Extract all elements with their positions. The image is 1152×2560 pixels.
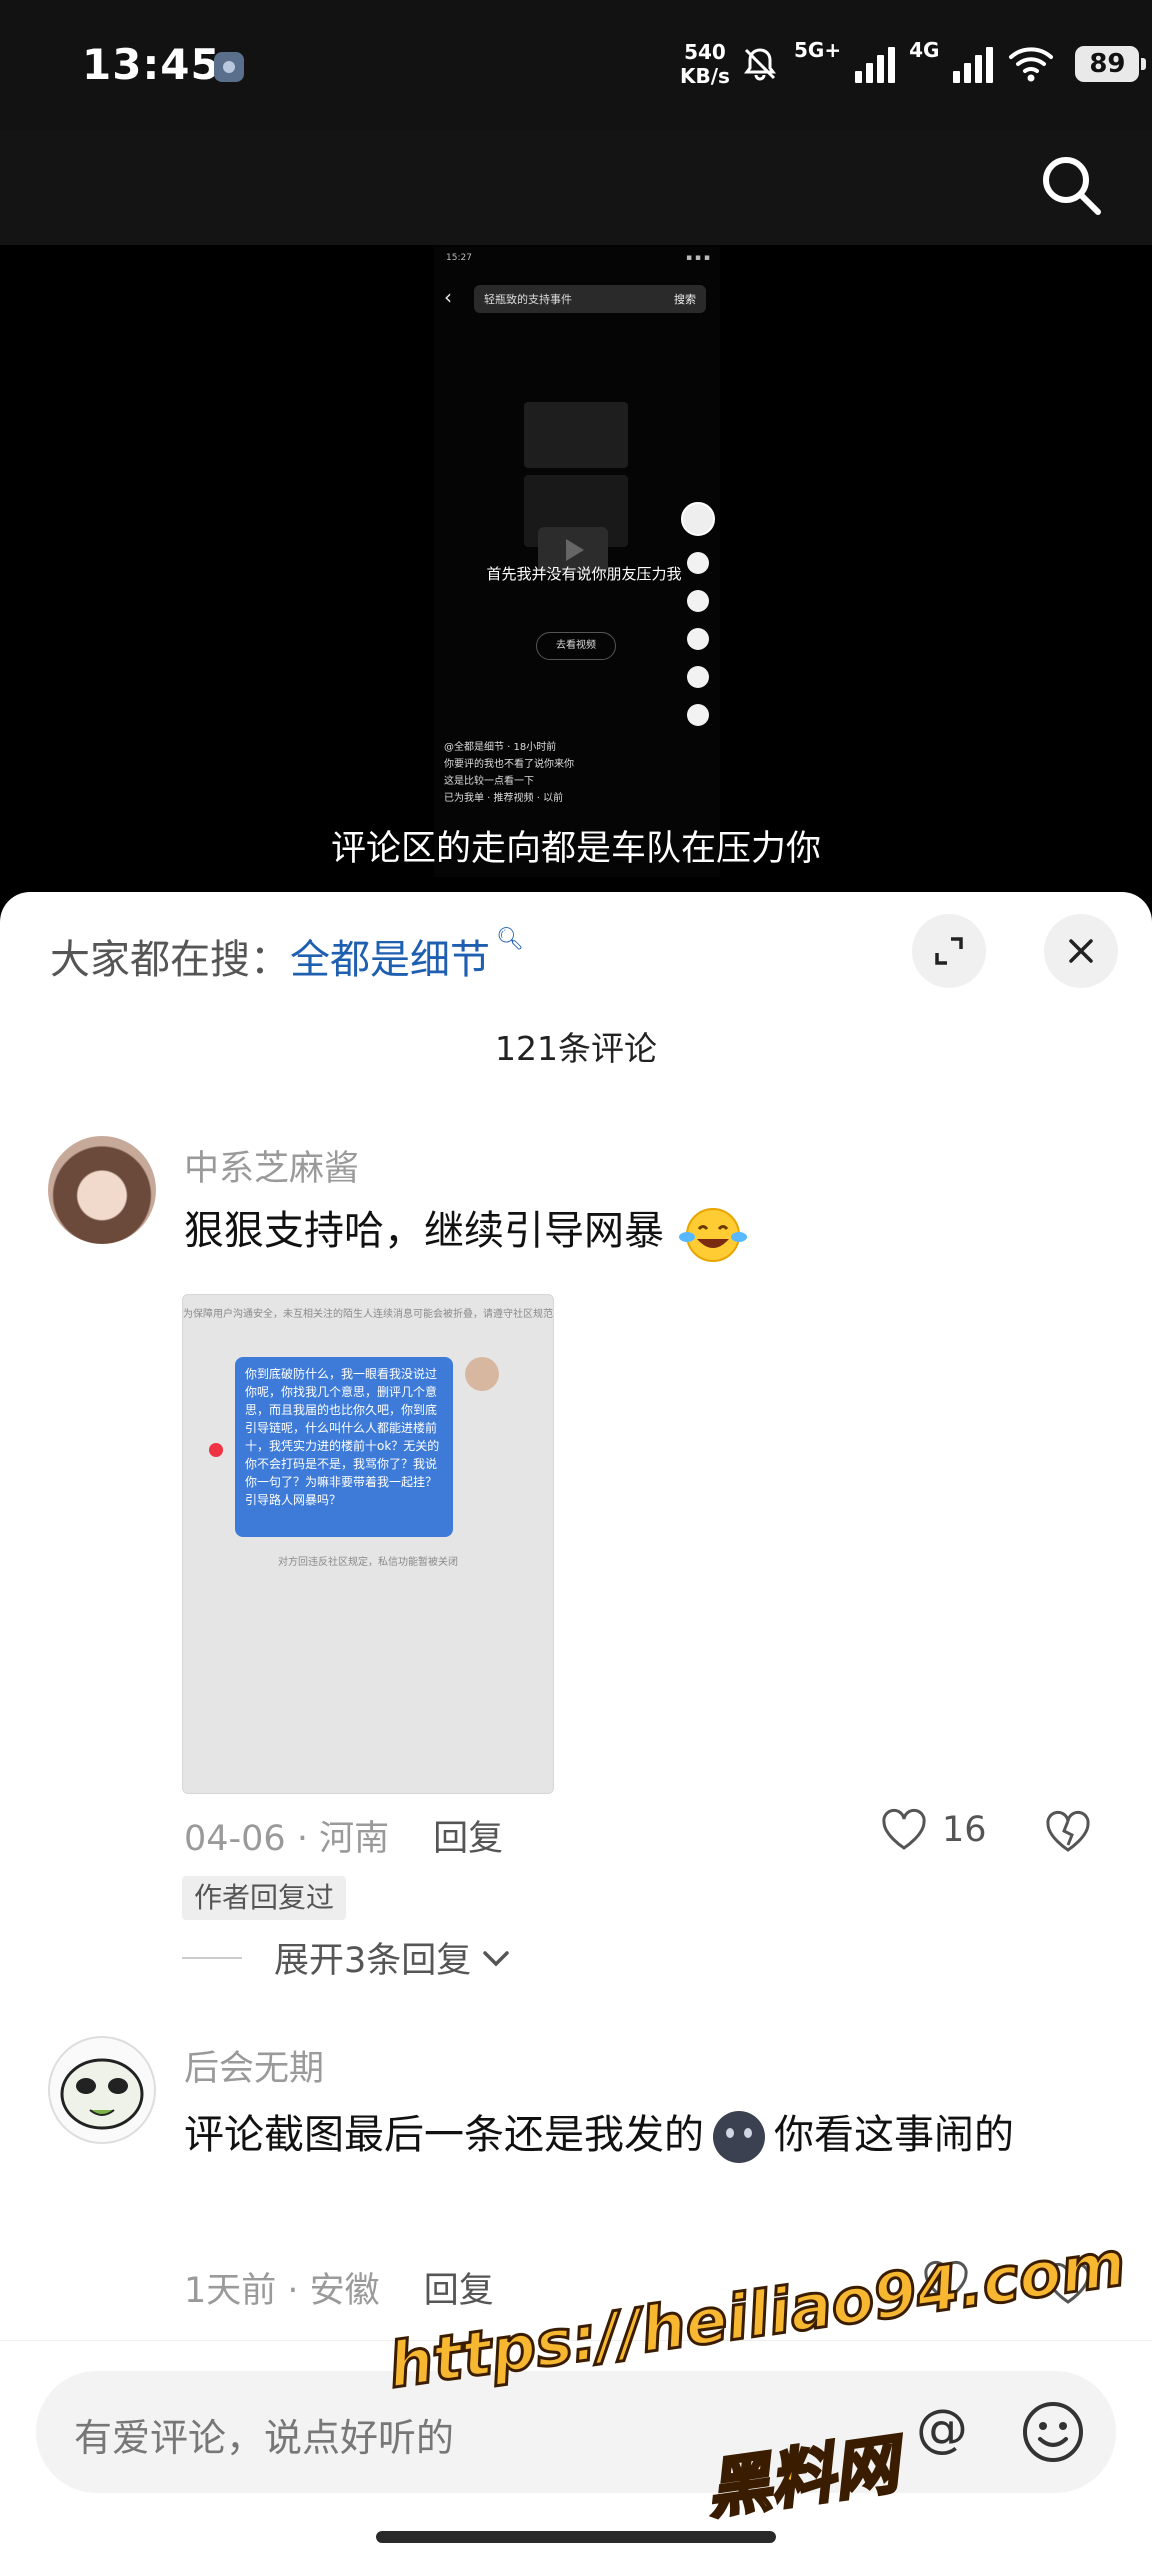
embedded-status-bar: 15:27 ▪ ▪ ▪	[446, 253, 710, 263]
signal-bars-icon	[855, 45, 896, 83]
close-icon	[1069, 939, 1093, 963]
app-notification-icon	[214, 52, 244, 82]
comment-input[interactable]: 有爱评论，说点好听的 @	[36, 2371, 1116, 2493]
network-4g-label: 4G	[909, 38, 940, 62]
embedded-phone-screenshot: 15:27 ▪ ▪ ▪ ‹ 轻瓶致的支持事件 搜索 首先我并没有说你朋友压力我 去…	[434, 247, 720, 877]
author-replied-badge: 作者回复过	[182, 1876, 347, 1920]
comment-input-placeholder: 有爱评论，说点好听的	[74, 2416, 455, 2460]
embedded-music-icon	[687, 704, 709, 726]
close-button[interactable]	[1044, 914, 1118, 988]
embedded-avatar	[681, 502, 715, 536]
video-top-bar	[0, 130, 1152, 245]
reply-button[interactable]: 回复	[424, 2271, 494, 2311]
reply-button[interactable]: 回复	[433, 1819, 503, 1859]
embedded-like-icon	[687, 552, 709, 574]
hot-search-term[interactable]: 全都是细节 🔍︎	[290, 927, 524, 983]
status-bar: 13:45 540 KB/s 5G+ 4G 89	[0, 0, 1152, 130]
like-button[interactable]: 16	[880, 1808, 987, 1852]
embedded-side-actions	[678, 502, 718, 726]
comment-username[interactable]: 后会无期	[184, 2040, 324, 2091]
divider	[182, 1956, 242, 1959]
comment-meta: 1天前 · 安徽 回复	[184, 2271, 494, 2311]
emoji-icon[interactable]	[1018, 2397, 1088, 2467]
comment-text: 狠狠支持哈，继续引导网暴	[184, 1190, 1084, 1272]
embedded-star-icon	[687, 628, 709, 650]
embedded-comment-icon	[687, 590, 709, 612]
dislike-icon[interactable]	[1044, 1810, 1092, 1854]
search-icon[interactable]	[1036, 150, 1106, 220]
comment-count: 121条评论	[495, 1029, 657, 1068]
chat-bubble: 你到底破防什么，我一眼看我没说过你呢，你找我几个意思，删评几个意思，而且我届的也…	[235, 1357, 453, 1537]
status-time: 13:45	[82, 40, 221, 89]
expand-icon	[935, 937, 963, 965]
mute-bell-icon	[744, 48, 776, 81]
chat-notice: 为保障用户沟通安全，未互相关注的陌生人连续消息可能会被折叠，请遵守社区规范	[183, 1309, 553, 1320]
signal-bars-icon	[953, 45, 994, 83]
heart-icon	[882, 1808, 926, 1850]
hot-search: 大家都在搜：全都是细节 🔍︎	[50, 927, 524, 985]
video-player[interactable]: 15:27 ▪ ▪ ▪ ‹ 轻瓶致的支持事件 搜索 首先我并没有说你朋友压力我 去…	[0, 245, 1152, 905]
embedded-share-icon	[687, 666, 709, 688]
like-count: 16	[942, 1810, 987, 1850]
cartoon-face-icon	[60, 2058, 144, 2130]
home-indicator[interactable]	[376, 2531, 776, 2543]
embedded-button: 去看视频	[536, 632, 616, 660]
comment-meta: 04-06 · 河南 回复	[184, 1819, 504, 1859]
chat-avatar	[465, 1357, 499, 1391]
comment-text: 评论截图最后一条还是我发的 你看这事闹的	[184, 2094, 1084, 2176]
embedded-back-icon: ‹	[444, 285, 452, 309]
expand-button[interactable]	[912, 914, 986, 988]
mention-button[interactable]: @	[916, 2399, 968, 2459]
comment-username[interactable]: 中系芝麻酱	[184, 1140, 359, 1191]
expand-replies-button[interactable]: 展开3条回复	[182, 1932, 513, 1983]
status-icons: 5G+ 4G 89	[740, 38, 1147, 90]
network-speed: 540 KB/s	[680, 40, 730, 88]
comment-image[interactable]: 为保障用户沟通安全，未互相关注的陌生人连续消息可能会被折叠，请遵守社区规范 你到…	[182, 1294, 554, 1794]
embedded-overlay-text: 首先我并没有说你朋友压力我	[486, 565, 682, 583]
video-subtitle: 评论区的走向都是车队在压力你	[330, 829, 821, 869]
hot-search-label: 大家都在搜：	[50, 937, 290, 983]
wifi-icon	[1009, 47, 1054, 82]
chevron-down-icon	[483, 1950, 510, 1966]
embedded-thumbnail	[524, 402, 628, 468]
avatar[interactable]	[48, 1136, 156, 1244]
embedded-caption: @全都是细节 · 18小时前 你要评的我也不看了说你来你 这是比较一点看一下 已…	[444, 742, 574, 804]
chat-notice: 对方回违反社区规定，私信功能暂被关闭	[278, 1557, 458, 1568]
network-5g-label: 5G+	[794, 38, 842, 62]
embedded-search-bar: 轻瓶致的支持事件 搜索	[474, 285, 706, 313]
search-icon: 🔍︎	[496, 927, 524, 952]
battery-icon: 89	[1075, 46, 1147, 82]
dark-face-emoji-icon	[713, 2111, 765, 2163]
avatar[interactable]	[48, 2036, 156, 2144]
laughing-tears-emoji-icon	[678, 1208, 747, 1262]
error-dot-icon	[209, 1443, 223, 1457]
